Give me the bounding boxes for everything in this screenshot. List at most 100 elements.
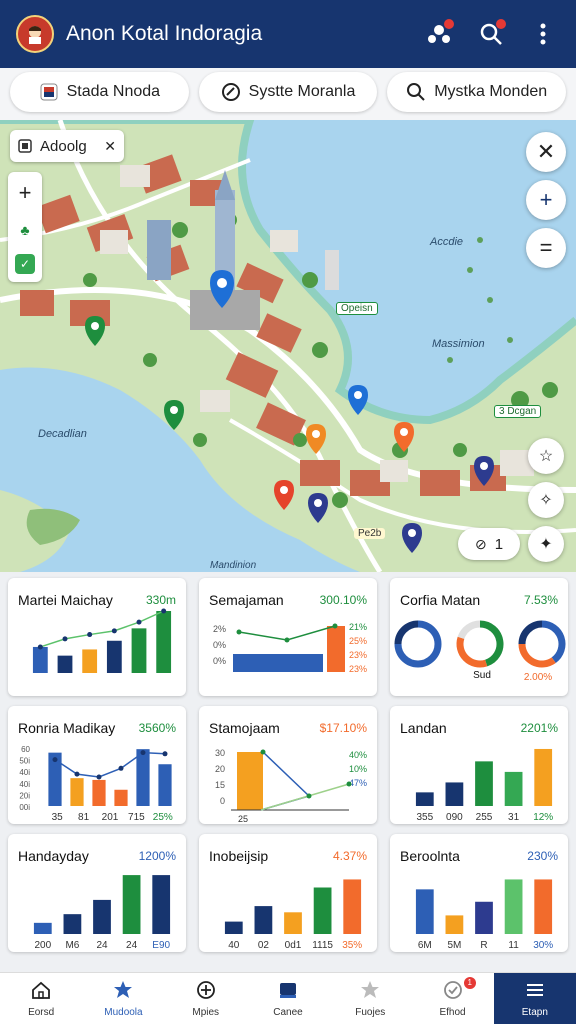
bar: [445, 915, 464, 934]
card-value: 7.53%: [523, 593, 558, 607]
map-place-label[interactable]: Pe2b: [354, 528, 386, 539]
nav-label: Etapn: [521, 1007, 548, 1018]
x-tick-label: 1115: [312, 940, 333, 951]
stat-card[interactable]: 60 50i 40i 40i 20i 00i 35 81 201 715 25% Ronria Mad…: [8, 706, 186, 824]
right-tick-label: 23%: [349, 650, 367, 660]
card-title: Martei Maichay: [18, 592, 113, 608]
map-view[interactable]: Accdie Massimion Decadlian Mandinion Ope…: [0, 120, 576, 572]
bar: [284, 912, 302, 934]
filter-chip-3[interactable]: Mystka Monden: [387, 72, 567, 112]
x-tick-label: 11: [508, 940, 519, 951]
nav-item-etapn[interactable]: Etapn: [493, 973, 576, 1024]
check-icon: [442, 979, 464, 1004]
y-tick-label: 40i: [19, 768, 30, 777]
stat-card[interactable]: Sud 2.00% Corfia Matan 7.53%: [390, 578, 568, 696]
bar: [92, 779, 106, 806]
tag-icon: ⊘: [474, 535, 487, 552]
close-map-button[interactable]: ✕: [526, 132, 566, 172]
flag-icon: [40, 83, 58, 101]
stat-card[interactable]: 30 20 15 0 40% 10% 47% 25 Stamojaam $17.10%: [199, 706, 377, 824]
bar: [445, 782, 464, 806]
nav-item-fuojes[interactable]: Fuojes: [329, 973, 411, 1024]
zoom-in-icon[interactable]: +: [19, 180, 32, 206]
filter-chip-1[interactable]: Stada Nnoda: [10, 72, 189, 112]
stat-card[interactable]: 200 M6 24 24 E90 Handayday 1200%: [8, 834, 186, 952]
leaf-icon[interactable]: ♣: [20, 222, 29, 238]
plus-circle-icon: [195, 979, 217, 1004]
bar: [122, 875, 141, 934]
stat-card[interactable]: 355 090 255 31 12% Landan 2201%: [390, 706, 568, 824]
more-vertical-icon[interactable]: [526, 17, 560, 51]
card-value: 1200%: [138, 849, 176, 863]
trend-point: [161, 608, 167, 614]
map-label: Mandinion: [210, 560, 257, 571]
layers-icon: [18, 139, 32, 153]
y-tick-label: 40i: [19, 780, 30, 789]
donut-segment: [518, 620, 543, 645]
users-icon[interactable]: [422, 17, 456, 51]
favorite-button[interactable]: ☆: [528, 438, 564, 474]
y-tick-label: 2%: [213, 624, 226, 634]
y-tick-label: 20: [215, 764, 225, 774]
map-place-label[interactable]: Opeisn: [336, 302, 378, 315]
bar: [475, 901, 493, 934]
donut-segment: [541, 620, 566, 664]
y-tick-label: 60: [21, 745, 30, 754]
pin-button[interactable]: ✧: [528, 482, 564, 518]
right-tick-label: 21%: [349, 622, 367, 632]
stat-card[interactable]: 40 02 0d1 1115 35% Inobeijsip 4.37%: [199, 834, 377, 952]
card-title: Landan: [400, 720, 447, 736]
bottom-navigation: Eorsd Mudoola Mpies Canee Fuojes Efhod 1 Etapn: [0, 972, 576, 1024]
nav-item-efhod[interactable]: Efhod 1: [411, 973, 493, 1024]
donut-segment: [479, 620, 504, 667]
nav-label: Efhod: [439, 1007, 466, 1018]
shield-icon[interactable]: ✓: [15, 254, 35, 274]
zoom-in-button[interactable]: +: [526, 180, 566, 220]
nav-item-eorsd[interactable]: Eorsd: [0, 973, 82, 1024]
search-icon[interactable]: [474, 17, 508, 51]
right-tick-label: 40%: [349, 750, 367, 760]
right-tick-label: 47%: [349, 778, 367, 788]
plus-icon: +: [539, 187, 553, 212]
card-value: 330m: [145, 593, 176, 607]
trend-point: [346, 781, 352, 787]
map-search-chip[interactable]: Adoolg ✕: [10, 130, 124, 162]
search-icon: [407, 83, 425, 101]
bar: [63, 914, 82, 934]
stat-card[interactable]: 6M 5M R 11 30% Beroolnta 230%: [390, 834, 568, 952]
close-icon[interactable]: ✕: [104, 138, 116, 155]
card-title: Ronria Madikay: [18, 720, 116, 736]
map-place-label[interactable]: 3 Dcgan: [494, 405, 542, 418]
star-icon: [359, 979, 381, 1004]
card-title: Handayday: [18, 848, 89, 864]
layers-button[interactable]: =: [526, 228, 566, 268]
stat-card[interactable]: 2% 0% 0% 21% 25% 23% 23% Semajaman 300.10%: [199, 578, 377, 696]
y-tick-label: 0%: [213, 640, 226, 650]
stat-card[interactable]: Martei Maichay 330m: [8, 578, 186, 696]
menu-icon: [524, 979, 546, 1004]
bar: [534, 879, 553, 934]
bar: [237, 752, 263, 810]
nav-item-mpies[interactable]: Mpies: [165, 973, 247, 1024]
y-tick-label: 0%: [213, 656, 226, 666]
trend-point: [62, 636, 68, 642]
donut-segment: [457, 620, 481, 640]
filter-chip-label: Stada Nnoda: [66, 83, 161, 100]
donut-value: 2.00%: [524, 672, 552, 683]
nav-label: Fuojes: [355, 1007, 386, 1018]
x-tick-label: 12%: [533, 812, 553, 823]
notification-badge: 1: [463, 977, 476, 989]
filter-chip-label: Systte Moranla: [248, 83, 356, 100]
trend-point: [284, 637, 290, 643]
filter-chip-2[interactable]: Systte Moranla: [198, 72, 378, 112]
nav-item-canee[interactable]: Canee: [247, 973, 329, 1024]
donut-segment: [394, 620, 419, 645]
card-title: Beroolnta: [400, 848, 460, 864]
nav-item-mudoola[interactable]: Mudoola: [82, 973, 164, 1024]
x-tick-label: 355: [416, 812, 433, 823]
sparkle-button[interactable]: ✦: [528, 526, 564, 562]
map-count-chip[interactable]: ⊘ 1: [458, 528, 520, 560]
right-tick-label: 23%: [349, 664, 367, 674]
bar: [33, 922, 52, 934]
card-value: $17.10%: [319, 721, 367, 735]
